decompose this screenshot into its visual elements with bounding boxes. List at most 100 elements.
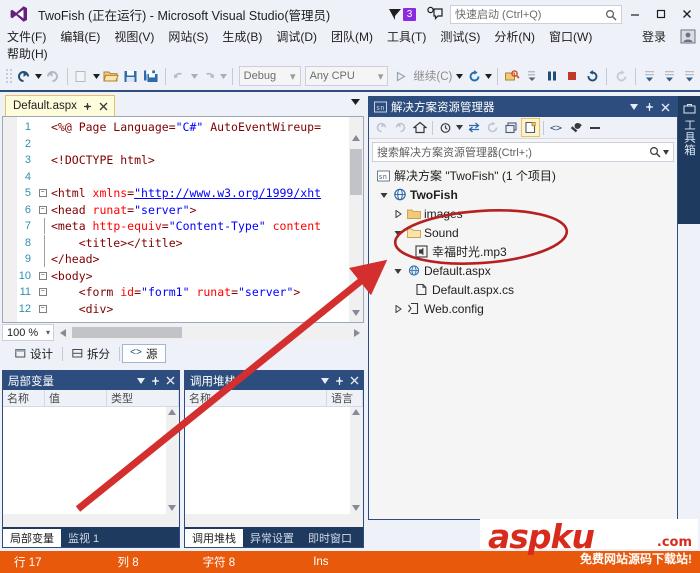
minimize-button[interactable] bbox=[622, 1, 648, 27]
stop-debug-dropdown-icon[interactable] bbox=[522, 65, 542, 87]
show-all-files-icon[interactable] bbox=[521, 118, 540, 137]
code-line[interactable]: 7 <meta http-equiv="Content-Type" conten… bbox=[3, 218, 363, 235]
toolbox-vertical-tab[interactable]: 工具箱 bbox=[678, 96, 700, 224]
maximize-button[interactable] bbox=[648, 1, 674, 27]
fold-margin[interactable]: − bbox=[37, 288, 48, 297]
close-icon[interactable] bbox=[166, 376, 175, 385]
scroll-right-arrow[interactable] bbox=[352, 328, 360, 337]
code-editor[interactable]: 1 <%@ Page Language="C#" AutoEventWireup… bbox=[2, 116, 364, 323]
chevron-down-icon[interactable] bbox=[351, 99, 360, 105]
pin-icon[interactable] bbox=[82, 101, 93, 112]
preview-selected-items-icon[interactable] bbox=[585, 118, 604, 137]
tab-locals[interactable]: 局部变量 bbox=[3, 529, 61, 547]
pin-icon[interactable] bbox=[645, 102, 654, 112]
pin-icon[interactable] bbox=[151, 376, 160, 386]
collapse-icon[interactable]: − bbox=[38, 288, 47, 297]
notification-flag-icon[interactable] bbox=[388, 7, 402, 21]
editor-horizontal-scrollbar[interactable] bbox=[58, 325, 362, 340]
navigate-back-icon[interactable] bbox=[14, 65, 34, 87]
continue-play-icon[interactable] bbox=[390, 65, 410, 87]
twisty-expanded-icon[interactable] bbox=[391, 267, 405, 275]
continue-dropdown[interactable] bbox=[455, 65, 464, 87]
scroll-up-arrow[interactable] bbox=[168, 409, 176, 415]
close-button[interactable] bbox=[674, 1, 700, 27]
code-line[interactable]: 11 − <form id="form1" runat="server"> bbox=[3, 284, 363, 301]
collapse-icon[interactable]: − bbox=[38, 304, 47, 313]
callstack-col-language[interactable]: 语言 bbox=[327, 390, 363, 406]
chevron-down-icon[interactable] bbox=[630, 104, 638, 110]
fold-margin[interactable]: − bbox=[37, 189, 48, 198]
tree-item-solution[interactable]: sn 解决方案 "TwoFish" (1 个项目) bbox=[369, 166, 677, 185]
new-project-dropdown[interactable] bbox=[92, 65, 101, 87]
reload-icon[interactable] bbox=[582, 65, 602, 87]
redo-dropdown[interactable] bbox=[219, 65, 228, 87]
undo-icon[interactable] bbox=[170, 65, 190, 87]
restart-dropdown[interactable] bbox=[484, 65, 493, 87]
close-icon[interactable] bbox=[661, 103, 670, 112]
code-line[interactable]: 1 <%@ Page Language="C#" AutoEventWireup… bbox=[3, 119, 363, 136]
notification-count-badge[interactable]: 3 bbox=[403, 7, 416, 21]
twisty-collapsed-icon[interactable] bbox=[391, 209, 405, 218]
collapse-icon[interactable]: − bbox=[38, 189, 47, 198]
close-icon[interactable] bbox=[350, 376, 359, 385]
forward-icon[interactable] bbox=[391, 118, 410, 137]
twisty-expanded-icon[interactable] bbox=[391, 229, 405, 237]
new-project-icon[interactable] bbox=[72, 65, 92, 87]
editor-hscroll-thumb[interactable] bbox=[72, 327, 182, 338]
restart-icon[interactable] bbox=[464, 65, 484, 87]
toolbar-grip[interactable] bbox=[4, 67, 14, 85]
menu-item-analyze[interactable]: 分析(N) bbox=[487, 29, 542, 46]
editor-scroll-thumb[interactable] bbox=[350, 149, 362, 195]
refresh-icon[interactable] bbox=[483, 118, 502, 137]
solution-platform-select[interactable]: Any CPU ▾ bbox=[304, 66, 389, 86]
signin-button[interactable]: 登录 bbox=[634, 28, 674, 45]
code-line[interactable]: 9 </head> bbox=[3, 251, 363, 268]
code-line[interactable]: 3 <!DOCTYPE html> bbox=[3, 152, 363, 169]
scroll-down-arrow[interactable] bbox=[352, 505, 360, 511]
navigate-forward-icon[interactable] bbox=[43, 65, 63, 87]
twisty-expanded-icon[interactable] bbox=[377, 191, 391, 199]
solution-explorer-search-input[interactable]: 搜索解决方案资源管理器(Ctrl+;) bbox=[372, 142, 674, 162]
tab-source-view[interactable]: <> 源 bbox=[122, 344, 166, 363]
scroll-up-arrow[interactable] bbox=[349, 131, 363, 145]
tree-item-images[interactable]: images bbox=[369, 204, 677, 223]
code-line[interactable]: 2 bbox=[3, 136, 363, 153]
locals-col-name[interactable]: 名称 bbox=[3, 390, 45, 406]
callstack-horizontal-scrollbar[interactable] bbox=[185, 514, 363, 527]
step-into-icon[interactable] bbox=[660, 65, 680, 87]
redo-icon[interactable] bbox=[199, 65, 219, 87]
menu-item-team[interactable]: 团队(M) bbox=[324, 29, 380, 46]
solution-configuration-select[interactable]: Debug ▾ bbox=[238, 66, 301, 86]
restart-debug-icon[interactable] bbox=[611, 65, 631, 87]
back-icon[interactable] bbox=[372, 118, 391, 137]
home-icon[interactable] bbox=[410, 118, 429, 137]
navigate-back-dropdown[interactable] bbox=[34, 65, 43, 87]
scroll-down-arrow[interactable] bbox=[168, 505, 176, 511]
menu-item-window[interactable]: 窗口(W) bbox=[542, 29, 599, 46]
callstack-col-name[interactable]: 名称 bbox=[185, 390, 327, 406]
quick-launch-input[interactable]: 快速启动 (Ctrl+Q) bbox=[450, 4, 622, 24]
editor-vertical-scrollbar[interactable] bbox=[349, 117, 363, 322]
locals-horizontal-scrollbar[interactable] bbox=[3, 514, 179, 527]
locals-col-value[interactable]: 值 bbox=[45, 390, 107, 406]
collapse-icon[interactable]: − bbox=[38, 271, 47, 280]
document-tab-default-aspx[interactable]: Default.aspx bbox=[5, 95, 115, 116]
collapse-all-icon[interactable] bbox=[502, 118, 521, 137]
tab-watch-1[interactable]: 监视 1 bbox=[61, 529, 106, 547]
menu-item-test[interactable]: 测试(S) bbox=[433, 29, 487, 46]
properties-icon[interactable] bbox=[566, 118, 585, 137]
account-icon[interactable] bbox=[680, 29, 696, 44]
code-line[interactable]: 6 − <head runat="server"> bbox=[3, 202, 363, 219]
locals-rows[interactable] bbox=[3, 407, 179, 527]
save-all-icon[interactable] bbox=[141, 65, 161, 87]
chevron-down-icon[interactable] bbox=[321, 377, 329, 384]
open-file-icon[interactable] bbox=[101, 65, 121, 87]
callstack-rows[interactable] bbox=[185, 407, 363, 527]
attach-process-icon[interactable] bbox=[502, 65, 522, 87]
menu-item-debug[interactable]: 调试(D) bbox=[269, 29, 324, 46]
tree-item-default-aspx[interactable]: Default.aspx bbox=[369, 261, 677, 280]
fold-margin[interactable] bbox=[37, 218, 48, 235]
save-icon[interactable] bbox=[121, 65, 141, 87]
code-line[interactable]: 4 bbox=[3, 169, 363, 186]
menu-item-edit[interactable]: 编辑(E) bbox=[53, 29, 107, 46]
